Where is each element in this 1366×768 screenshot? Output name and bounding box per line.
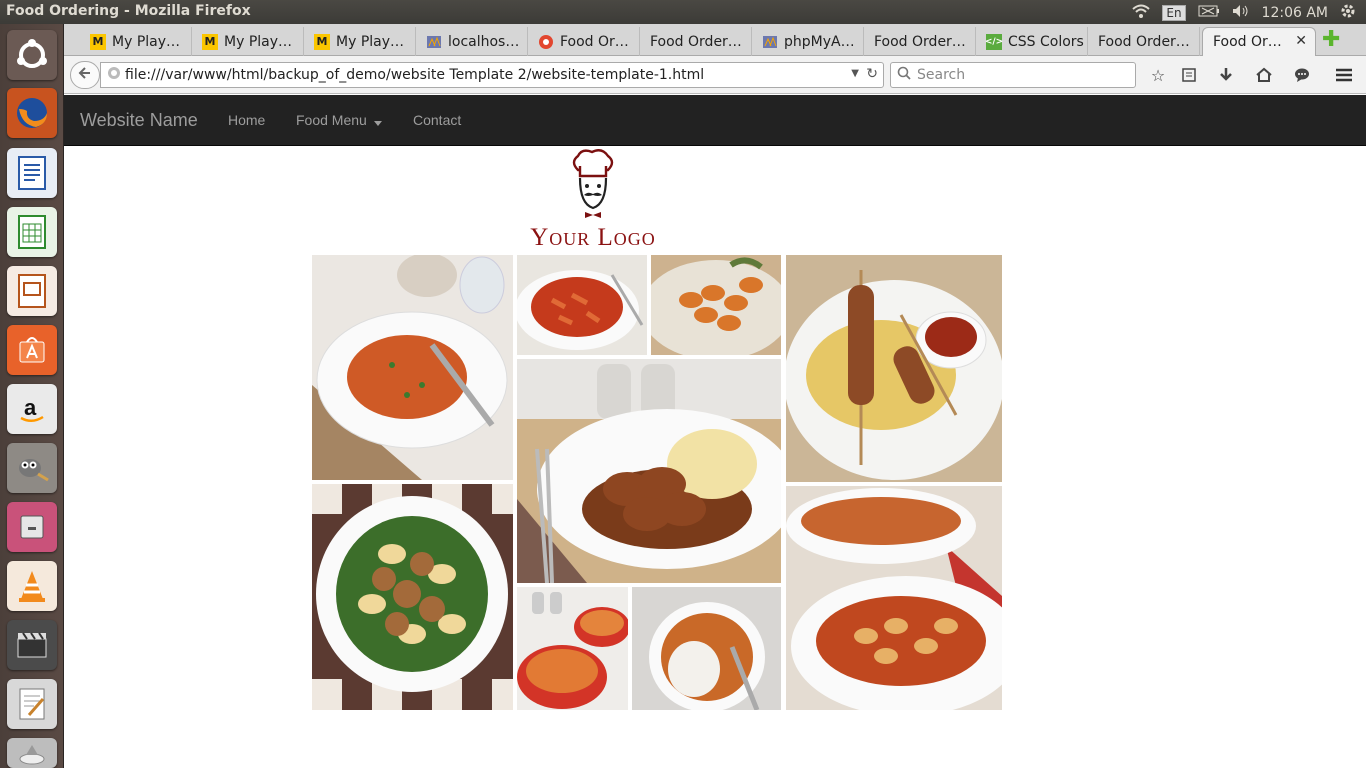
home-icon[interactable]	[1253, 65, 1275, 85]
food-icon	[538, 34, 554, 50]
tab-food-ordering-1[interactable]: Food Or…	[528, 27, 640, 56]
system-tool-icon[interactable]	[7, 738, 57, 768]
nav-contact[interactable]: Contact	[413, 112, 461, 128]
logo-text: Your Logo	[530, 224, 656, 251]
download-icon[interactable]	[1215, 65, 1237, 85]
site-logo[interactable]: Your Logo	[518, 148, 668, 252]
moodle-icon: M	[314, 33, 330, 50]
nav-home[interactable]: Home	[228, 112, 265, 128]
wifi-icon[interactable]	[1132, 4, 1151, 22]
url-text[interactable]: file:///var/www/html/backup_of_demo/webs…	[125, 67, 704, 83]
reading-list-icon[interactable]	[1178, 65, 1200, 85]
tab-phpmyadmin[interactable]: phpMyA…	[752, 27, 864, 56]
tab-label: localhos…	[448, 33, 520, 50]
gallery-photo-sausage-mash[interactable]	[517, 359, 781, 583]
libreoffice-impress-icon[interactable]	[7, 266, 57, 316]
nav-food-menu[interactable]: Food Menu	[296, 112, 382, 129]
moodle-icon: M	[90, 33, 106, 50]
gallery-photo-spaghetti-bowls[interactable]	[517, 587, 628, 710]
search-placeholder: Search	[917, 67, 966, 83]
gallery-photo-lentil-soup[interactable]	[312, 255, 513, 480]
libreoffice-writer-icon[interactable]	[7, 148, 57, 198]
site-navbar: Website Name Home Food Menu Contact	[64, 95, 1366, 146]
tab-label: My Play…	[224, 33, 293, 50]
gallery-photo-kebab-couscous[interactable]	[786, 255, 1002, 482]
vlc-icon[interactable]	[7, 561, 57, 611]
text-editor-icon[interactable]	[7, 679, 57, 729]
battery-icon[interactable]	[1198, 5, 1220, 21]
system-top-panel: Food Ordering - Mozilla Firefox En 12:06…	[0, 0, 1366, 24]
url-bar[interactable]: file:///var/www/html/backup_of_demo/webs…	[100, 62, 884, 88]
search-icon	[897, 66, 911, 84]
gallery-photo-meatball-pasta[interactable]	[312, 484, 513, 710]
unity-launcher: a	[0, 24, 64, 768]
url-dropdown-icon[interactable]: ▼	[851, 68, 859, 79]
tab-label: Food Or…	[1213, 34, 1282, 50]
firefox-icon[interactable]	[7, 88, 57, 138]
tab-label: CSS Colors	[1008, 33, 1084, 50]
search-box[interactable]: Search	[890, 62, 1136, 88]
site-brand[interactable]: Website Name	[80, 110, 198, 131]
svg-text:a: a	[24, 395, 37, 420]
tab-label: Food Order…	[1098, 33, 1190, 50]
tab-label: phpMyA…	[784, 33, 855, 50]
moodle-icon: M	[202, 33, 218, 50]
settings-gear-icon[interactable]	[1340, 3, 1356, 23]
back-arrow-icon	[78, 66, 92, 84]
tab-food-ordering-2[interactable]: Food Order…	[640, 27, 752, 56]
caret-down-icon	[373, 113, 382, 129]
tab-label: Food Order…	[874, 33, 966, 50]
hamburger-menu-icon[interactable]	[1333, 65, 1355, 85]
window-title: Food Ordering - Mozilla Firefox	[6, 3, 251, 19]
amazon-icon[interactable]: a	[7, 384, 57, 434]
chef-head-icon	[568, 148, 618, 224]
tab-label: My Play…	[112, 33, 181, 50]
gallery-photo-baked-gnocchi[interactable]	[786, 486, 1002, 710]
close-tab-icon[interactable]: ✕	[1295, 33, 1307, 49]
gallery-photo-curry-rice[interactable]	[632, 587, 781, 710]
tab-my-playground-1[interactable]: M My Play…	[80, 27, 192, 56]
css-colors-icon: </>	[985, 33, 1003, 50]
bookmark-star-icon[interactable]: ☆	[1147, 65, 1169, 85]
system-tray: En 12:06 AM	[1132, 3, 1356, 23]
globe-icon	[107, 66, 121, 84]
browser-navigation-bar: file:///var/www/html/backup_of_demo/webs…	[64, 56, 1366, 94]
file-cabinet-icon[interactable]	[7, 502, 57, 552]
phpmyadmin-icon	[426, 34, 442, 50]
gallery-photo-gnocchi-sage[interactable]	[651, 255, 781, 355]
keyboard-layout-indicator[interactable]: En	[1162, 5, 1186, 21]
ubuntu-dash-icon[interactable]	[7, 30, 57, 80]
back-button[interactable]	[70, 61, 100, 89]
gimp-icon[interactable]	[7, 443, 57, 493]
tab-food-ordering-active[interactable]: Food Or… ✕	[1202, 27, 1316, 56]
browser-tab-strip: M My Play… M My Play… M My Play… localho…	[64, 24, 1366, 56]
tab-localhost[interactable]: localhos…	[416, 27, 528, 56]
tab-css-colors[interactable]: </> CSS Colors	[976, 27, 1088, 56]
clock[interactable]: 12:06 AM	[1262, 5, 1328, 21]
video-editor-icon[interactable]	[7, 620, 57, 670]
new-tab-plus-icon[interactable]: ✚	[1322, 29, 1342, 51]
tab-my-playground-2[interactable]: M My Play…	[192, 27, 304, 56]
nav-food-menu-label: Food Menu	[296, 112, 367, 128]
libreoffice-calc-icon[interactable]	[7, 207, 57, 257]
tab-label: My Play…	[336, 33, 405, 50]
phpmyadmin-icon	[762, 34, 778, 50]
chat-icon[interactable]	[1291, 65, 1313, 85]
gallery-photo-penne-arrabbiata[interactable]	[517, 255, 647, 355]
tab-my-playground-3[interactable]: M My Play…	[304, 27, 416, 56]
tab-label: Food Order…	[650, 33, 742, 50]
tab-food-ordering-4[interactable]: Food Order…	[1088, 27, 1200, 56]
reload-icon[interactable]: ↻	[866, 66, 878, 82]
tab-label: Food Or…	[560, 33, 629, 50]
software-center-icon[interactable]	[7, 325, 57, 375]
volume-icon[interactable]	[1232, 4, 1250, 22]
tab-food-ordering-3[interactable]: Food Order…	[864, 27, 976, 56]
